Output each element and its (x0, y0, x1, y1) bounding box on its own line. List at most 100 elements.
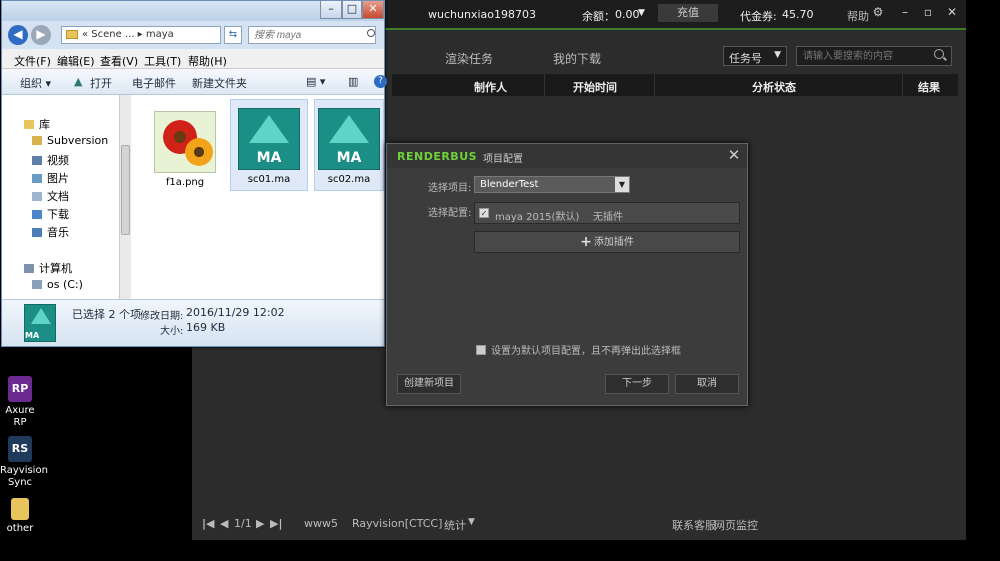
menu-help[interactable]: 帮助(H) (188, 53, 227, 69)
gear-icon[interactable]: ⚙ (871, 5, 885, 19)
chevron-down-icon[interactable]: ▼ (638, 8, 645, 18)
first-page-icon[interactable]: |◀ (202, 517, 214, 530)
desktop-icon-rayvision-sync[interactable]: RS Rayvision Sync (0, 436, 48, 489)
explorer-titlebar[interactable]: – □ ✕ (2, 1, 384, 21)
library-icon (24, 120, 34, 129)
new-folder-button[interactable]: 新建文件夹 (192, 75, 247, 91)
next-button[interactable]: 下一步 (605, 374, 669, 394)
explorer-status-bar: MA 已选择 2 个项 修改日期: 2016/11/29 12:02 大小: 1… (2, 299, 384, 346)
explorer-search-input[interactable] (248, 26, 376, 44)
nav-label: 下载 (47, 208, 69, 221)
project-config-dialog: RENDERBUS 项目配置 ✕ 选择项目: BlenderTest ▼ 选择配… (386, 143, 748, 406)
dialog-titlebar[interactable]: RENDERBUS 项目配置 ✕ (387, 144, 747, 168)
email-button[interactable]: 电子邮件 (132, 75, 176, 91)
minimize-icon[interactable]: – (320, 1, 342, 19)
nav-item-libraries[interactable]: 库 (24, 116, 50, 132)
col-creator[interactable]: 制作人 (474, 79, 507, 95)
cancel-button[interactable]: 取消 (675, 374, 739, 394)
minimize-icon[interactable]: – (898, 5, 912, 19)
search-filter-select[interactable]: 任务号 ▼ (723, 46, 787, 66)
project-select[interactable]: BlenderTest ▼ (474, 176, 630, 193)
help-icon[interactable]: ? (374, 75, 387, 88)
menu-file[interactable]: 文件(F) (14, 53, 51, 69)
menu-edit[interactable]: 编辑(E) (57, 53, 95, 69)
task-search-input[interactable] (796, 46, 952, 66)
monitor-link[interactable]: 网页监控 (714, 517, 758, 533)
nav-label: 文档 (47, 190, 69, 203)
file-item-sc01-ma[interactable]: MA sc01.ma (230, 99, 308, 191)
close-icon[interactable]: ✕ (727, 148, 741, 163)
navigation-pane: 库 Subversion 视频 图片 文档 下载 音乐 计算机 os (C:) (2, 95, 120, 299)
desktop-icon-axure[interactable]: RP Axure RP (0, 376, 40, 429)
view-options-icon[interactable]: ▤ ▾ (306, 75, 325, 88)
config-item[interactable]: ✓ maya 2015(默认) 无插件 (474, 202, 740, 224)
file-name: sc01.ma (247, 174, 291, 185)
close-icon[interactable]: ✕ (362, 1, 384, 19)
tab-render-tasks[interactable]: 渲染任务 (445, 50, 493, 67)
folder-icon (11, 498, 29, 520)
config-checkbox[interactable]: ✓ (479, 208, 489, 218)
address-path: « Scene ... ▸ maya (82, 29, 174, 40)
axure-app-icon: RP (8, 376, 32, 402)
nav-scrollbar[interactable] (119, 95, 131, 299)
col-analysis-status[interactable]: 分析状态 (752, 79, 796, 95)
drive-icon (32, 280, 42, 289)
select-config-label: 选择配置: (428, 208, 472, 219)
next-page-icon[interactable]: ▶ (256, 517, 264, 530)
explorer-menubar: 文件(F) 编辑(E) 查看(V) 工具(T) 帮助(H) (2, 49, 384, 69)
forward-arrow-icon[interactable]: ▶ (31, 25, 51, 45)
nav-label: 计算机 (39, 262, 72, 275)
default-config-checkbox[interactable] (476, 345, 486, 355)
col-result[interactable]: 结果 (918, 79, 940, 95)
desktop-icon-label: Rayvision Sync (0, 465, 48, 488)
maximize-icon[interactable]: □ (342, 1, 362, 19)
prev-page-icon[interactable]: ◀ (220, 517, 228, 530)
balance-label: 余额： (582, 10, 615, 23)
menu-view[interactable]: 查看(V) (100, 53, 138, 69)
file-item-f1a-png[interactable]: f1a.png (146, 103, 224, 191)
add-plugin-button[interactable]: + 添加插件 (474, 231, 740, 253)
nav-item-music[interactable]: 音乐 (32, 224, 69, 240)
stats-link[interactable]: 统计 (444, 517, 466, 533)
search-icon[interactable] (367, 29, 375, 37)
nav-item-downloads[interactable]: 下载 (32, 206, 69, 222)
address-bar[interactable]: « Scene ... ▸ maya (61, 26, 221, 44)
nav-item-subversion[interactable]: Subversion (32, 134, 108, 147)
refresh-icon[interactable]: ⇆ (224, 26, 242, 44)
search-icon[interactable] (934, 49, 944, 59)
selection-count: 已选择 2 个项 (72, 308, 141, 321)
desktop-icon-other[interactable]: other (0, 498, 40, 535)
default-config-option[interactable]: 设置为默认项目配置，且不再弹出此选择框 (476, 342, 681, 357)
computer-icon (24, 264, 34, 273)
nav-item-computer[interactable]: 计算机 (24, 260, 72, 276)
nav-item-videos[interactable]: 视频 (32, 152, 69, 168)
tab-my-downloads[interactable]: 我的下载 (553, 50, 601, 67)
help-link[interactable]: 帮助 (847, 8, 869, 24)
chevron-down-icon[interactable]: ▼ (468, 517, 475, 527)
chevron-down-icon: ▼ (774, 50, 781, 60)
menu-tools[interactable]: 工具(T) (144, 53, 181, 69)
col-start-time[interactable]: 开始时间 (573, 79, 617, 95)
recharge-button[interactable]: 充值 (658, 4, 718, 22)
preview-pane-icon[interactable]: ▥ (348, 75, 358, 88)
nav-item-documents[interactable]: 文档 (32, 188, 69, 204)
file-item-sc02-ma[interactable]: MA sc02.ma (314, 99, 384, 191)
scrollbar-thumb[interactable] (121, 145, 130, 235)
nav-item-pictures[interactable]: 图片 (32, 170, 69, 186)
back-arrow-icon[interactable]: ◀ (8, 25, 28, 45)
maximize-icon[interactable]: ▫ (921, 5, 935, 19)
nav-item-drive-c[interactable]: os (C:) (32, 278, 83, 291)
plus-icon: + (580, 234, 592, 250)
open-button[interactable]: 打开 (90, 75, 112, 91)
folder-icon (32, 136, 42, 145)
nav-label: 库 (39, 118, 50, 131)
server-www[interactable]: www5 (304, 517, 338, 530)
create-project-button[interactable]: 创建新项目 (397, 374, 461, 394)
last-page-icon[interactable]: ▶| (270, 517, 282, 530)
organize-button[interactable]: 组织 ▾ (20, 75, 51, 91)
close-icon[interactable]: ✕ (945, 5, 959, 19)
server-name[interactable]: Rayvision[CTCC] (352, 517, 442, 530)
support-link[interactable]: 联系客服 (672, 517, 716, 533)
maya-file-icon: MA (238, 108, 300, 170)
nav-label: os (C:) (47, 278, 83, 291)
